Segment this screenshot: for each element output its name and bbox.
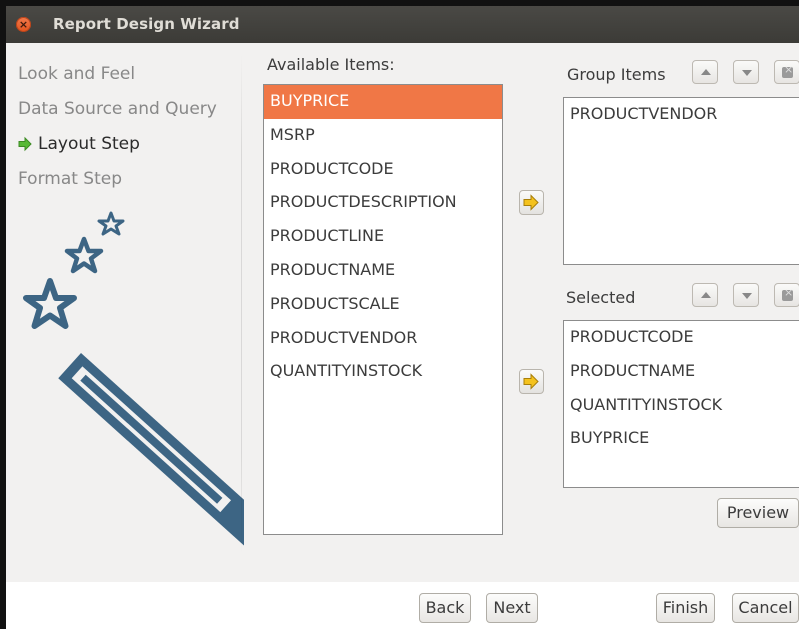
pane-divider (241, 54, 242, 554)
remove-icon (782, 286, 793, 301)
magic-wand-icon (23, 211, 244, 553)
list-item[interactable]: PRODUCTNAME (564, 355, 799, 389)
back-button[interactable]: Back (419, 593, 471, 623)
remove-icon (782, 63, 793, 78)
list-item[interactable]: PRODUCTCODE (564, 321, 799, 355)
right-arrow-icon (523, 373, 539, 390)
list-item[interactable]: BUYPRICE (564, 422, 799, 456)
group-items-label: Group Items (567, 65, 666, 84)
next-button[interactable]: Next (486, 593, 538, 623)
list-item[interactable]: PRODUCTNAME (264, 254, 502, 288)
large-star-icon (23, 278, 77, 329)
window-title: Report Design Wizard (53, 15, 240, 33)
chevron-up-icon (701, 292, 711, 298)
right-arrow-icon (523, 194, 539, 211)
list-item[interactable]: BUYPRICE (264, 85, 502, 119)
list-item[interactable]: PRODUCTCODE (264, 153, 502, 187)
add-to-group-button[interactable] (519, 190, 544, 215)
selected-remove-button[interactable] (774, 283, 799, 307)
title-bar[interactable]: × Report Design Wizard (6, 6, 799, 43)
group-items-list[interactable]: PRODUCTVENDOR (563, 97, 799, 265)
list-item[interactable]: PRODUCTVENDOR (564, 98, 799, 132)
list-item[interactable]: QUANTITYINSTOCK (264, 355, 502, 389)
list-item[interactable]: QUANTITYINSTOCK (564, 389, 799, 423)
available-items-label: Available Items: (267, 55, 395, 74)
group-remove-button[interactable] (774, 60, 799, 84)
medium-star-icon (64, 236, 104, 274)
chevron-down-icon (742, 293, 752, 299)
group-move-up-button[interactable] (692, 60, 718, 84)
selected-move-down-button[interactable] (733, 283, 759, 307)
small-star-icon (97, 211, 125, 236)
steps-pane: Look and Feel Data Source and Query Layo… (6, 43, 244, 570)
list-item[interactable]: PRODUCTSCALE (264, 288, 502, 322)
list-item[interactable]: PRODUCTVENDOR (264, 322, 502, 356)
list-item[interactable]: MSRP (264, 119, 502, 153)
cancel-button[interactable]: Cancel (732, 593, 799, 623)
group-move-down-button[interactable] (733, 60, 759, 84)
list-item[interactable]: PRODUCTDESCRIPTION (264, 186, 502, 220)
add-to-selected-button[interactable] (519, 369, 544, 394)
chevron-down-icon (742, 70, 752, 76)
available-items-list[interactable]: BUYPRICE MSRP PRODUCTCODE PRODUCTDESCRIP… (263, 84, 503, 535)
selected-move-up-button[interactable] (692, 283, 718, 307)
preview-button[interactable]: Preview (717, 498, 799, 528)
chevron-up-icon (701, 69, 711, 75)
finish-button[interactable]: Finish (656, 593, 715, 623)
close-icon[interactable]: × (16, 17, 31, 32)
list-item[interactable]: PRODUCTLINE (264, 220, 502, 254)
selected-label: Selected (566, 288, 636, 307)
selected-items-list[interactable]: PRODUCTCODE PRODUCTNAME QUANTITYINSTOCK … (563, 320, 799, 488)
